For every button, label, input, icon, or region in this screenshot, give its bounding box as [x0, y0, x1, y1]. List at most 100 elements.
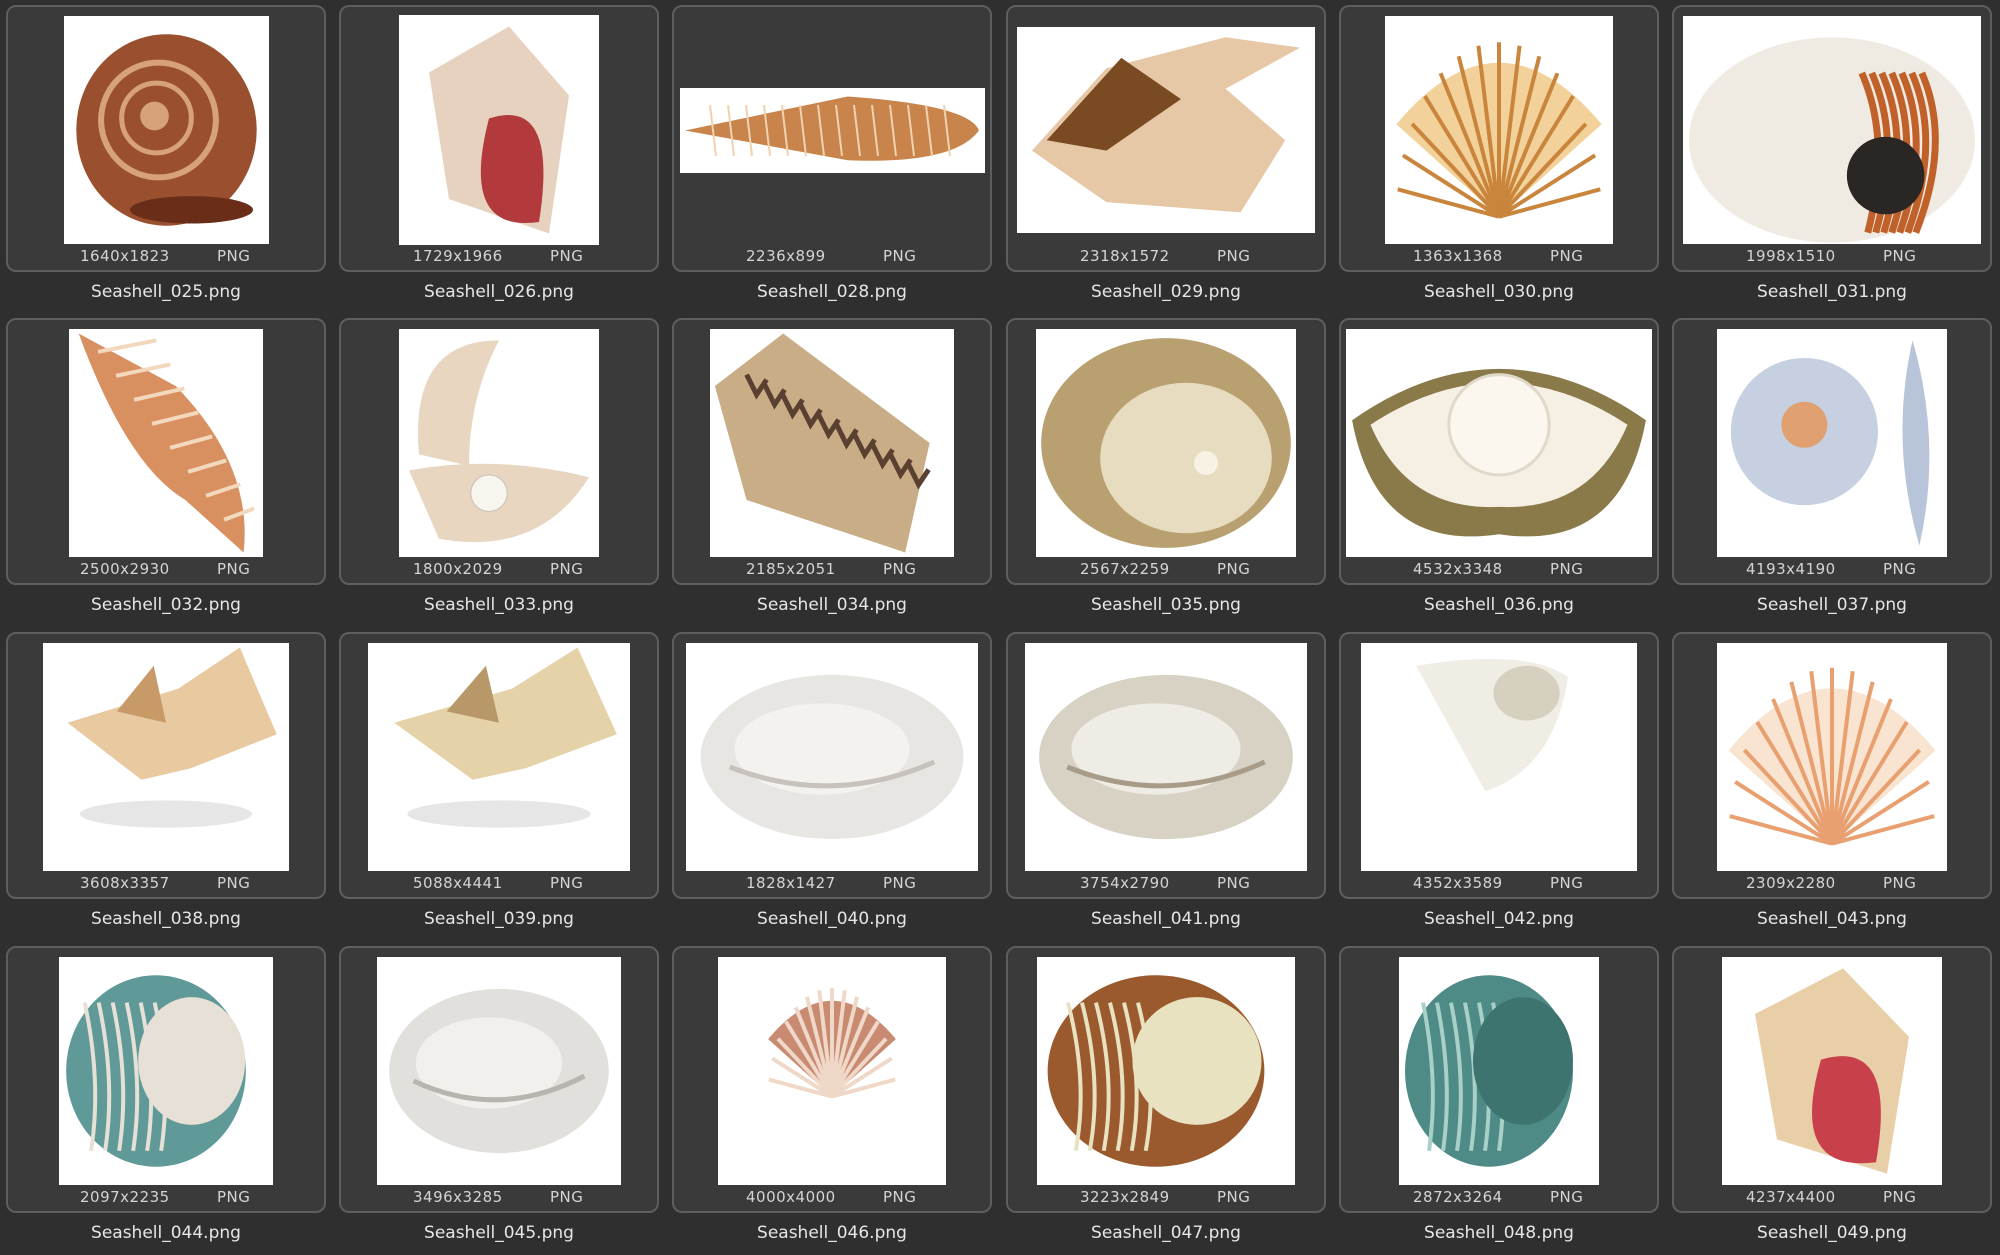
thumbnail-frame[interactable]: 4237x4400 PNG	[1672, 946, 1992, 1213]
file-name[interactable]: Seashell_040.png	[672, 909, 992, 929]
file-meta: 5088x4441 PNG	[341, 874, 657, 894]
file-meta: 2309x2280 PNG	[1674, 874, 1990, 894]
file-name[interactable]: Seashell_037.png	[1672, 595, 1992, 615]
file-name[interactable]: Seashell_044.png	[6, 1223, 326, 1243]
file-name[interactable]: Seashell_033.png	[339, 595, 659, 615]
file-name[interactable]: Seashell_045.png	[339, 1223, 659, 1243]
thumbnail-frame[interactable]: 4532x3348 PNG	[1339, 318, 1659, 585]
thumbnail-frame[interactable]: 5088x4441 PNG	[339, 632, 659, 899]
file-name[interactable]: Seashell_049.png	[1672, 1223, 1992, 1243]
file-name[interactable]: Seashell_031.png	[1672, 282, 1992, 302]
image-dimensions: 4532x3348	[1413, 560, 1503, 578]
thumbnail-frame[interactable]: 2318x1572 PNG	[1006, 5, 1326, 272]
file-tile[interactable]: 4352x3589 PNG Seashell_042.png	[1333, 627, 1666, 940]
thumbnail-frame[interactable]: 3223x2849 PNG	[1006, 946, 1326, 1213]
file-tile[interactable]: 4193x4190 PNG Seashell_037.png	[1666, 313, 1999, 626]
teal-turban-shell-icon	[1345, 952, 1653, 1190]
file-tile[interactable]: 2318x1572 PNG Seashell_029.png	[1000, 0, 1333, 313]
file-name[interactable]: Seashell_035.png	[1006, 595, 1326, 615]
file-format: PNG	[217, 560, 251, 578]
thumbnail-frame[interactable]: 2567x2259 PNG	[1006, 318, 1326, 585]
file-tile[interactable]: 3608x3357 PNG Seashell_038.png	[0, 627, 333, 940]
file-tile[interactable]: 1729x1966 PNG Seashell_026.png	[333, 0, 666, 313]
file-meta: 2500x2930 PNG	[8, 560, 324, 580]
file-name[interactable]: Seashell_025.png	[6, 282, 326, 302]
thumbnail-frame[interactable]: 4352x3589 PNG	[1339, 632, 1659, 899]
file-name[interactable]: Seashell_048.png	[1339, 1223, 1659, 1243]
file-meta: 4237x4400 PNG	[1674, 1188, 1990, 1208]
thumbnail-frame[interactable]: 2309x2280 PNG	[1672, 632, 1992, 899]
file-format: PNG	[1883, 874, 1917, 892]
file-format: PNG	[1883, 247, 1917, 265]
file-meta: 3223x2849 PNG	[1008, 1188, 1324, 1208]
file-tile[interactable]: 3754x2790 PNG Seashell_041.png	[1000, 627, 1333, 940]
file-tile[interactable]: 2500x2930 PNG Seashell_032.png	[0, 313, 333, 626]
thumbnail-frame[interactable]: 2500x2930 PNG	[6, 318, 326, 585]
file-meta: 1363x1368 PNG	[1341, 247, 1657, 267]
file-tile[interactable]: 2236x899 PNG Seashell_028.png	[666, 0, 999, 313]
file-format: PNG	[1883, 1188, 1917, 1206]
file-tile[interactable]: 1640x1823 PNG Seashell_025.png	[0, 0, 333, 313]
thumbnail-frame[interactable]: 2872x3264 PNG	[1339, 946, 1659, 1213]
file-name[interactable]: Seashell_030.png	[1339, 282, 1659, 302]
file-name[interactable]: Seashell_042.png	[1339, 909, 1659, 929]
file-tile[interactable]: 3223x2849 PNG Seashell_047.png	[1000, 941, 1333, 1254]
file-meta: 1800x2029 PNG	[341, 560, 657, 580]
file-format: PNG	[217, 247, 251, 265]
image-dimensions: 2309x2280	[1746, 874, 1836, 892]
thumbnail-frame[interactable]: 3754x2790 PNG	[1006, 632, 1326, 899]
file-tile[interactable]: 2185x2051 PNG Seashell_034.png	[666, 313, 999, 626]
file-tile[interactable]: 2097x2235 PNG Seashell_044.png	[0, 941, 333, 1254]
file-tile[interactable]: 1363x1368 PNG Seashell_030.png	[1333, 0, 1666, 313]
file-tile[interactable]: 1998x1510 PNG Seashell_031.png	[1666, 0, 1999, 313]
thumbnail-frame[interactable]: 1998x1510 PNG	[1672, 5, 1992, 272]
file-name[interactable]: Seashell_032.png	[6, 595, 326, 615]
file-tile[interactable]: 1800x2029 PNG Seashell_033.png	[333, 313, 666, 626]
file-meta: 4532x3348 PNG	[1341, 560, 1657, 580]
thumbnail-frame[interactable]: 1729x1966 PNG	[339, 5, 659, 272]
thumbnail-frame[interactable]: 4193x4190 PNG	[1672, 318, 1992, 585]
file-name[interactable]: Seashell_039.png	[339, 909, 659, 929]
thumbnail-frame[interactable]: 2236x899 PNG	[672, 5, 992, 272]
file-format: PNG	[1217, 560, 1251, 578]
oyster-pearl-icon	[1012, 324, 1320, 562]
file-name[interactable]: Seashell_036.png	[1339, 595, 1659, 615]
file-tile[interactable]: 4000x4000 PNG Seashell_046.png	[666, 941, 999, 1254]
file-name[interactable]: Seashell_029.png	[1006, 282, 1326, 302]
file-tile[interactable]: 2567x2259 PNG Seashell_035.png	[1000, 313, 1333, 626]
file-tile[interactable]: 1828x1427 PNG Seashell_040.png	[666, 627, 999, 940]
cone-shell-icon	[678, 324, 986, 562]
image-dimensions: 2567x2259	[1080, 560, 1170, 578]
file-name[interactable]: Seashell_034.png	[672, 595, 992, 615]
file-name[interactable]: Seashell_028.png	[672, 282, 992, 302]
image-dimensions: 2872x3264	[1413, 1188, 1503, 1206]
thumbnail-frame[interactable]: 1800x2029 PNG	[339, 318, 659, 585]
file-tile[interactable]: 2309x2280 PNG Seashell_043.png	[1666, 627, 1999, 940]
file-format: PNG	[1550, 1188, 1584, 1206]
file-name[interactable]: Seashell_041.png	[1006, 909, 1326, 929]
thumbnail-frame[interactable]: 3608x3357 PNG	[6, 632, 326, 899]
thumbnail-frame[interactable]: 2097x2235 PNG	[6, 946, 326, 1213]
file-name[interactable]: Seashell_026.png	[339, 282, 659, 302]
thumbnail-frame[interactable]: 3496x3285 PNG	[339, 946, 659, 1213]
file-meta: 4352x3589 PNG	[1341, 874, 1657, 894]
thumbnail-frame[interactable]: 1363x1368 PNG	[1339, 5, 1659, 272]
file-tile[interactable]: 3496x3285 PNG Seashell_045.png	[333, 941, 666, 1254]
thumbnail-frame[interactable]: 1640x1823 PNG	[6, 5, 326, 272]
file-name[interactable]: Seashell_043.png	[1672, 909, 1992, 929]
file-name[interactable]: Seashell_038.png	[6, 909, 326, 929]
file-tile[interactable]: 4237x4400 PNG Seashell_049.png	[1666, 941, 1999, 1254]
thumbnail-frame[interactable]: 4000x4000 PNG	[672, 946, 992, 1213]
file-tile[interactable]: 5088x4441 PNG Seashell_039.png	[333, 627, 666, 940]
image-dimensions: 1640x1823	[80, 247, 170, 265]
thumbnail-frame[interactable]: 2185x2051 PNG	[672, 318, 992, 585]
file-meta: 4193x4190 PNG	[1674, 560, 1990, 580]
file-meta: 2318x1572 PNG	[1008, 247, 1324, 267]
file-tile[interactable]: 4532x3348 PNG Seashell_036.png	[1333, 313, 1666, 626]
file-name[interactable]: Seashell_047.png	[1006, 1223, 1326, 1243]
file-tile[interactable]: 2872x3264 PNG Seashell_048.png	[1333, 941, 1666, 1254]
file-name[interactable]: Seashell_046.png	[672, 1223, 992, 1243]
thumbnail-frame[interactable]: 1828x1427 PNG	[672, 632, 992, 899]
file-format: PNG	[883, 560, 917, 578]
conch-spiral-shell-icon	[12, 11, 320, 249]
